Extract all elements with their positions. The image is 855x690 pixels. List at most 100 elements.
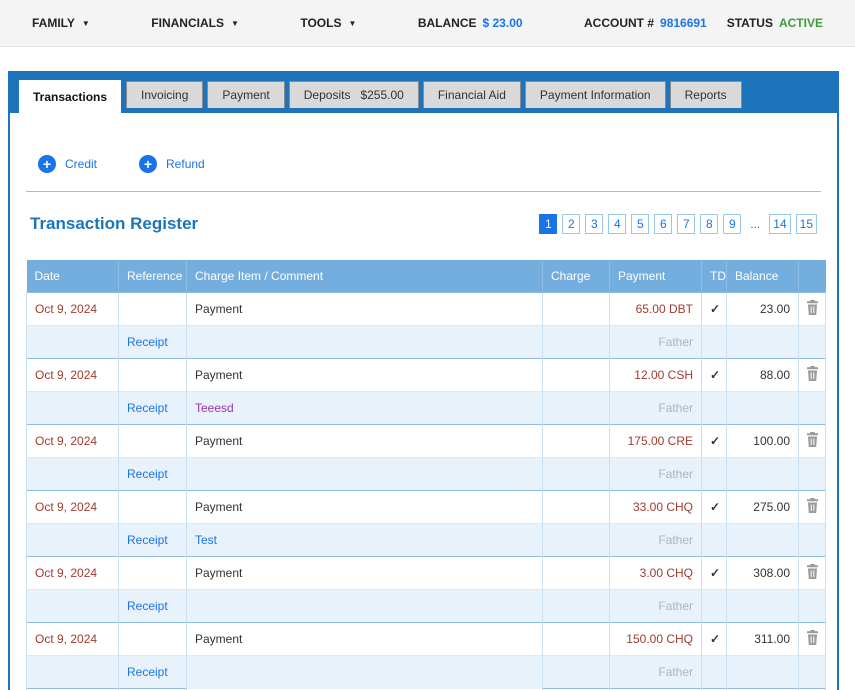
tab-invoicing[interactable]: Invoicing xyxy=(126,81,204,108)
transaction-table: Date Reference Charge Item / Comment Cha… xyxy=(26,260,826,690)
page-button-8[interactable]: 8 xyxy=(700,214,719,234)
menu-tools[interactable]: TOOLS ▼ xyxy=(300,16,356,30)
action-buttons: + Credit + Refund xyxy=(38,155,821,173)
balance-amount: 308.00 xyxy=(726,556,799,590)
transaction-reference xyxy=(118,424,187,458)
page-button-5[interactable]: 5 xyxy=(631,214,650,234)
refund-label: Refund xyxy=(166,157,205,171)
table-subrow: Receipt Father xyxy=(26,325,826,359)
pagination-ellipsis: ... xyxy=(746,214,765,234)
charge-amount xyxy=(542,622,610,656)
menu-financials[interactable]: FINANCIALS ▼ xyxy=(151,16,239,30)
receipt-link[interactable]: Receipt xyxy=(127,533,168,547)
tab-financial-aid-label: Financial Aid xyxy=(437,88,506,102)
charge-amount xyxy=(542,490,610,524)
chevron-down-icon: ▼ xyxy=(230,18,239,28)
td-checkmark: ✓ xyxy=(701,622,727,656)
delete-icon[interactable] xyxy=(806,630,819,648)
transaction-reference xyxy=(118,490,187,524)
table-subrow: Receipt Test Father xyxy=(26,523,826,557)
delete-icon[interactable] xyxy=(806,498,819,516)
receipt-link[interactable]: Receipt xyxy=(127,599,168,613)
transaction-reference xyxy=(118,358,187,392)
tab-financial-aid[interactable]: Financial Aid xyxy=(422,81,521,108)
column-date: Date xyxy=(26,260,119,293)
td-checkmark: ✓ xyxy=(701,292,727,326)
charge-item: Payment xyxy=(195,566,243,580)
tab-transactions[interactable]: Transactions xyxy=(18,79,123,113)
payment-amount: 65.00 DBT xyxy=(609,292,702,326)
charge-item: Payment xyxy=(195,500,243,514)
delete-icon[interactable] xyxy=(806,432,819,450)
charge-amount xyxy=(542,292,610,326)
td-checkmark: ✓ xyxy=(701,358,727,392)
charge-amount xyxy=(542,424,610,458)
charge-amount xyxy=(542,556,610,590)
table-row: Oct 9, 2024 Payment 3.00 CHQ ✓ 308.00 xyxy=(26,556,826,590)
divider xyxy=(26,191,821,192)
payer-label: Father xyxy=(609,589,702,623)
transaction-date: Oct 9, 2024 xyxy=(26,490,119,524)
menu-family[interactable]: FAMILY ▼ xyxy=(32,16,90,30)
payer-label: Father xyxy=(609,655,702,689)
page-button-4[interactable]: 4 xyxy=(608,214,627,234)
table-row: Oct 9, 2024 Payment 65.00 DBT ✓ 23.00 xyxy=(26,292,826,326)
page-button-2[interactable]: 2 xyxy=(562,214,581,234)
payer-label: Father xyxy=(609,457,702,491)
tab-payment-information[interactable]: Payment Information xyxy=(524,81,666,108)
receipt-link[interactable]: Receipt xyxy=(127,467,168,481)
table-subrow: Receipt Teeesd Father xyxy=(26,391,826,425)
balance-display: BALANCE $ 23.00 xyxy=(418,16,523,30)
receipt-link[interactable]: Receipt xyxy=(127,401,168,415)
charge-item: Payment xyxy=(195,368,243,382)
charge-item: Payment xyxy=(195,302,243,316)
receipt-link[interactable]: Receipt xyxy=(127,665,168,679)
payer-label: Father xyxy=(609,391,702,425)
tab-deposits[interactable]: Deposits $255.00 xyxy=(288,81,419,108)
page-button-7[interactable]: 7 xyxy=(677,214,696,234)
table-subrow: Receipt Father xyxy=(26,655,826,689)
td-checkmark: ✓ xyxy=(701,424,727,458)
tab-reports-label: Reports xyxy=(684,88,727,102)
delete-icon[interactable] xyxy=(806,366,819,384)
page-button-6[interactable]: 6 xyxy=(654,214,673,234)
tab-payment[interactable]: Payment xyxy=(207,81,285,108)
receipt-link[interactable]: Receipt xyxy=(127,335,168,349)
page-button-9[interactable]: 9 xyxy=(723,214,742,234)
delete-icon[interactable] xyxy=(806,564,819,582)
transaction-comment: Test xyxy=(195,533,218,547)
chevron-down-icon: ▼ xyxy=(81,18,90,28)
page-button-15[interactable]: 15 xyxy=(795,214,817,234)
add-refund-button[interactable]: + Refund xyxy=(139,155,205,173)
payment-amount: 33.00 CHQ xyxy=(609,490,702,524)
balance-amount: 275.00 xyxy=(726,490,799,524)
column-reference: Reference xyxy=(118,260,187,293)
balance-value: $ 23.00 xyxy=(482,16,523,30)
payment-amount: 175.00 CRE xyxy=(609,424,702,458)
delete-icon[interactable] xyxy=(806,300,819,318)
column-actions xyxy=(798,260,826,293)
plus-icon: + xyxy=(139,155,158,173)
tab-invoicing-label: Invoicing xyxy=(141,88,189,102)
tab-payment-information-label: Payment Information xyxy=(539,88,651,102)
tab-reports[interactable]: Reports xyxy=(669,81,742,108)
menu-family-label: FAMILY xyxy=(32,16,75,30)
tab-deposits-amount: $255.00 xyxy=(360,88,404,102)
td-checkmark: ✓ xyxy=(701,556,727,590)
menu-financials-label: FINANCIALS xyxy=(151,16,224,30)
transaction-comment: Teeesd xyxy=(195,401,234,415)
add-credit-button[interactable]: + Credit xyxy=(38,155,97,173)
status-badge: ACTIVE xyxy=(778,16,823,30)
account-number: 9816691 xyxy=(660,16,707,30)
family-financials-panel: Transactions Invoicing Payment Deposits … xyxy=(8,71,839,690)
page-button-14[interactable]: 14 xyxy=(769,214,791,234)
status-label: STATUS xyxy=(726,16,773,30)
column-payment: Payment xyxy=(609,260,702,293)
table-row: Oct 9, 2024 Payment 12.00 CSH ✓ 88.00 xyxy=(26,358,826,392)
page-button-1[interactable]: 1 xyxy=(539,214,558,234)
payment-amount: 3.00 CHQ xyxy=(609,556,702,590)
payer-label: Father xyxy=(609,325,702,359)
transaction-reference xyxy=(118,292,187,326)
page-button-3[interactable]: 3 xyxy=(585,214,604,234)
table-row: Oct 9, 2024 Payment 33.00 CHQ ✓ 275.00 xyxy=(26,490,826,524)
